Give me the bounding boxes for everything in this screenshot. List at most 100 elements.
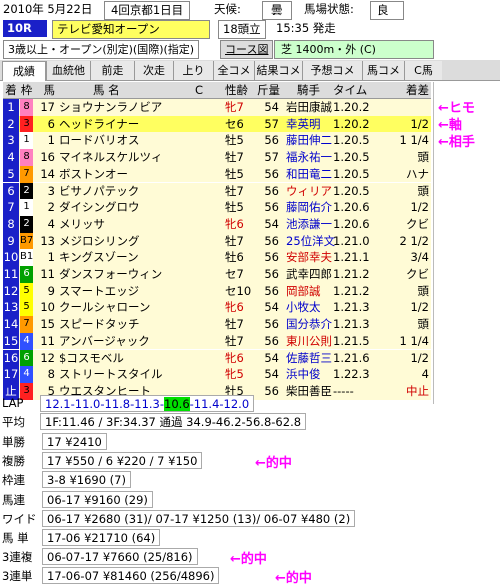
table-row: 10 B1 1 キングスゾーン 牡6 56 安部幸夫 1.21.1 3/4: [3, 249, 431, 266]
cell-jockey[interactable]: 藤田伸二: [286, 132, 332, 149]
cell-jockey[interactable]: 岩田康誠: [286, 99, 332, 116]
cell-num: 1: [47, 133, 55, 148]
cell-margin: 頭: [417, 150, 430, 165]
payout-value: 06-17 ¥2680 (31)/ 07-17 ¥1250 (13)/ 06-0…: [42, 509, 356, 527]
cell-num: 9: [47, 283, 55, 298]
tab-5[interactable]: 全コメ: [213, 61, 254, 80]
cell-name[interactable]: $コスモベル: [59, 350, 124, 367]
cell-jockey[interactable]: 25位洋文: [286, 233, 335, 250]
cell-kin: 56: [264, 333, 279, 348]
cell-name[interactable]: メジロシリング: [59, 233, 140, 250]
payout-value: 17 ¥550 / 6 ¥220 / 7 ¥150: [42, 452, 203, 470]
cell-waku: 1: [20, 132, 33, 150]
cell-waku: 1: [20, 199, 33, 216]
cell-jockey[interactable]: 武幸四郎: [286, 266, 332, 283]
pace-values: 1F:11.46 / 3F:34.37 通過 34.9-46.2-56.8-62…: [40, 413, 307, 430]
tab-9[interactable]: C馬: [404, 61, 442, 80]
cell-name[interactable]: ボストンオー: [59, 166, 128, 183]
payout-label: 馬連: [2, 492, 25, 507]
cell-sex: 牡7: [225, 183, 244, 198]
cell-jockey[interactable]: 安部幸夫: [286, 249, 332, 266]
cell-kin: 56: [264, 267, 279, 281]
cell-time: 1.20.5: [333, 150, 370, 165]
cell-name[interactable]: メリッサ: [59, 216, 105, 233]
cell-jockey[interactable]: 佐藤哲三: [286, 350, 332, 367]
cell-kin: 56: [264, 233, 279, 248]
cell-sex: セ7: [225, 267, 244, 281]
cell-margin: 1 1/4: [399, 333, 429, 348]
cell-margin: ハナ: [406, 166, 429, 181]
cell-name[interactable]: スマートエッジ: [59, 283, 139, 300]
cell-jockey[interactable]: 岡部誠: [286, 283, 321, 300]
cell-jockey[interactable]: 浜中俊: [286, 366, 321, 383]
cell-jockey[interactable]: 東川公則: [286, 333, 332, 350]
cell-sex: 牝7: [225, 100, 244, 114]
cell-num: 15: [40, 317, 55, 332]
cell-name[interactable]: スピードタッチ: [59, 316, 140, 333]
cell-name[interactable]: キングスゾーン: [59, 249, 139, 266]
table-row: 15 4 11 アンバージャック 牡7 56 東川公則 1.21.5 1 1/4: [3, 332, 431, 350]
cell-jockey[interactable]: 和田竜二: [286, 166, 332, 183]
cell-jockey[interactable]: 福永祐一: [286, 149, 332, 166]
cell-jockey[interactable]: 国分恭介: [286, 316, 332, 333]
table-row: 7 1 2 ダイシングロウ 牡5 56 藤岡佑介 1.20.6 1/2: [3, 199, 431, 216]
cell-waku: 2: [20, 182, 33, 200]
course-info: 芝 1400m・外 (C): [274, 40, 434, 59]
cell-name[interactable]: クールシャローン: [59, 299, 150, 316]
cell-jockey[interactable]: ウィリア: [286, 183, 332, 200]
cell-num: 3: [47, 183, 55, 198]
cell-name[interactable]: ダイシングロウ: [59, 199, 140, 216]
cell-jockey[interactable]: 藤岡佑介: [286, 199, 332, 216]
cell-name[interactable]: ロードバリオス: [59, 132, 140, 149]
cell-waku: 4: [20, 366, 33, 383]
cell-name[interactable]: ヘッドライナー: [59, 116, 139, 133]
cell-num: 1: [47, 250, 55, 265]
cell-name[interactable]: ビサノパテック: [59, 183, 139, 200]
cell-margin: 1/2: [410, 300, 429, 315]
cell-place: 11: [3, 266, 19, 283]
tab-8[interactable]: 馬コメ: [362, 61, 404, 80]
cell-time: 1.20.5: [333, 166, 370, 181]
tab-0[interactable]: 成績: [2, 61, 46, 81]
table-row: 13 5 10 クールシャローン 牝6 54 小牧太 1.21.3 1/2: [3, 299, 431, 317]
cell-name[interactable]: ダンスフォーウィン: [59, 266, 162, 283]
meeting-info: 4回京都1日目: [104, 1, 191, 20]
cell-place: 13: [3, 299, 19, 317]
cell-margin: 中止: [406, 383, 429, 398]
tab-2[interactable]: 前走: [90, 61, 134, 80]
tab-4[interactable]: 上り: [173, 61, 213, 80]
cell-sex: セ6: [225, 116, 244, 131]
cell-jockey[interactable]: 池添謙一: [286, 216, 332, 233]
tab-3[interactable]: 次走: [134, 61, 173, 80]
cell-jockey[interactable]: 幸英明: [286, 116, 321, 133]
cell-name[interactable]: ストリートスタイル: [59, 366, 163, 383]
cell-name[interactable]: マイネルスケルツィ: [59, 149, 163, 166]
payout-label: 馬 単: [2, 531, 29, 545]
course-map-link[interactable]: コース図: [220, 40, 274, 59]
cell-waku: B7: [20, 232, 33, 250]
cell-num: 8: [47, 367, 55, 382]
cell-time: 1.21.0: [333, 233, 370, 248]
payout-hit-note: ←的中: [275, 571, 312, 587]
cell-waku: 5: [20, 282, 33, 300]
cell-sex: 牝6: [225, 350, 244, 365]
col-jockey: 騎手: [297, 83, 320, 97]
cell-margin: 頭: [417, 183, 430, 198]
cell-time: 1.20.2: [333, 116, 370, 131]
cell-jockey[interactable]: 小牧太: [286, 299, 321, 316]
cell-jockey[interactable]: 柴田善臣: [286, 383, 332, 400]
cell-name[interactable]: ショウナンラノビア: [59, 99, 162, 116]
col-margin: 着差: [406, 83, 429, 97]
table-header-row: 着 枠 馬 馬 名 C 性齢 斤量 騎手 タイム 着差: [3, 82, 431, 99]
cell-place: 10: [3, 249, 19, 266]
cell-name[interactable]: アンバージャック: [59, 333, 150, 350]
tab-1[interactable]: 血統他: [46, 61, 90, 80]
tab-7[interactable]: 予想コメ: [302, 61, 362, 80]
tab-6[interactable]: 結果コメ: [254, 61, 302, 80]
cell-kin: 56: [264, 200, 279, 215]
cell-place: 16: [3, 349, 19, 367]
cell-time: 1.21.1: [333, 250, 370, 265]
cell-kin: 56: [264, 133, 279, 148]
annotation-aite: ←相手: [438, 135, 475, 150]
cell-waku: 4: [20, 332, 33, 350]
